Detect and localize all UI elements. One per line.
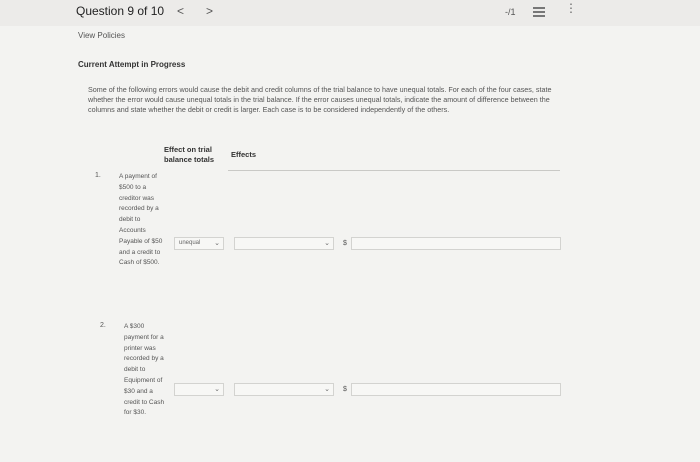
question-list-icon[interactable] [533, 7, 545, 18]
question-counter: Question 9 of 10 [76, 4, 165, 18]
case-description: A $300 payment for a printer was recorde… [124, 323, 165, 417]
effects-column-header: Effects [231, 150, 257, 159]
instructions-text: Some of the following errors would cause… [88, 85, 552, 114]
effects-dropdown[interactable]: ⌄ [234, 383, 334, 396]
previous-question-button[interactable]: < [177, 4, 184, 18]
effect-dropdown[interactable]: ⌄ [174, 383, 224, 396]
effect-dropdown[interactable]: unequal ⌄ [174, 237, 224, 250]
effects-dropdown[interactable]: ⌄ [234, 237, 334, 250]
currency-symbol: $ [343, 386, 347, 393]
effect-column-header: Effect on trial balance totals [164, 145, 215, 164]
next-question-button[interactable]: > [206, 4, 213, 18]
attempt-heading: Current Attempt in Progress [78, 60, 186, 69]
currency-symbol: $ [343, 240, 347, 247]
case-number: 1. [95, 172, 101, 179]
view-policies-link[interactable]: View Policies [78, 31, 125, 40]
more-options-icon[interactable]: ⋮ [565, 2, 577, 14]
chevron-down-icon: ⌄ [214, 240, 220, 247]
amount-input[interactable] [351, 383, 561, 396]
case-description: A payment of $500 to a creditor was reco… [119, 173, 163, 267]
amount-input[interactable] [351, 237, 561, 250]
score-display: -/1 [505, 7, 516, 17]
effect-dropdown-value: unequal [179, 240, 201, 246]
chevron-down-icon: ⌄ [214, 386, 220, 393]
case-number: 2. [100, 322, 106, 329]
chevron-down-icon: ⌄ [324, 240, 330, 247]
chevron-down-icon: ⌄ [324, 386, 330, 393]
header-divider [228, 170, 560, 171]
